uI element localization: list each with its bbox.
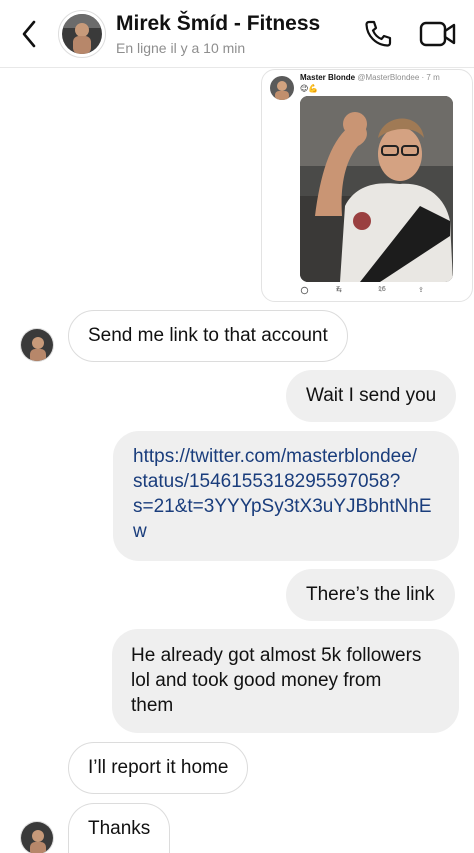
message-bubble[interactable]: Send me link to that account [68,310,348,362]
message-text: Send me link to that account [88,325,328,346]
tweet-actions: ⇆ 7 ♡ 16 ⇪ [300,286,450,298]
chevron-left-icon [22,20,36,48]
tweet-author-handle: @MasterBlondee · 7 m [357,73,440,82]
message-bubble[interactable]: Wait I send you [286,370,457,422]
tweet-author-name: Master Blonde [300,73,356,82]
link-line[interactable]: s=21&t=3YYYpSy3tX3uYJBbhtNhE [133,494,440,519]
video-camera-icon [419,21,456,47]
sender-avatar[interactable] [20,821,54,853]
link-line[interactable]: w [133,519,440,544]
contact-avatar[interactable] [58,10,106,58]
retweet-count: 7 [336,286,340,293]
video-call-button[interactable] [418,18,458,50]
link-message-bubble[interactable]: https://twitter.com/masterblondee/ statu… [113,431,459,561]
tweet-author-avatar [270,76,294,100]
message-text-line: lol and took good money from [131,670,382,691]
phone-icon [365,20,392,47]
message-text: I’ll report it home [88,757,229,778]
message-text-line: them [131,695,174,716]
shared-tweet-card[interactable]: Master Blonde @MasterBlondee · 7 m 😉💪 ⇆ … [261,69,473,302]
share-icon[interactable]: ⇪ [418,286,424,294]
link-line[interactable]: https://twitter.com/masterblondee/ [133,444,440,469]
message-text: Wait I send you [306,385,437,406]
message-bubble[interactable]: I’ll report it home [68,742,249,794]
message-bubble[interactable]: There’s the link [286,569,455,621]
like-count: 16 [378,286,386,293]
call-button[interactable] [362,18,394,50]
message-bubble[interactable]: Thanks [68,803,171,853]
tweet-author: Master Blonde @MasterBlondee · 7 m [300,73,440,82]
back-button[interactable] [14,16,44,52]
reply-icon[interactable] [300,286,309,297]
tweet-text: 😉💪 [300,84,319,93]
sender-avatar[interactable] [20,328,54,362]
contact-name[interactable]: Mirek Šmíd - Fitness [116,12,320,36]
message-bubble[interactable]: He already got almost 5k followers lol a… [112,629,459,733]
message-text: There’s the link [306,584,435,605]
link-line[interactable]: status/1546155318295597058? [133,469,440,494]
tweet-photo [300,96,453,282]
message-text-line: He already got almost 5k followers [131,645,422,666]
contact-status: En ligne il y a 10 min [116,40,246,56]
chat-header: Mirek Šmíd - Fitness En ligne il y a 10 … [0,0,474,68]
message-text: Thanks [88,818,151,839]
